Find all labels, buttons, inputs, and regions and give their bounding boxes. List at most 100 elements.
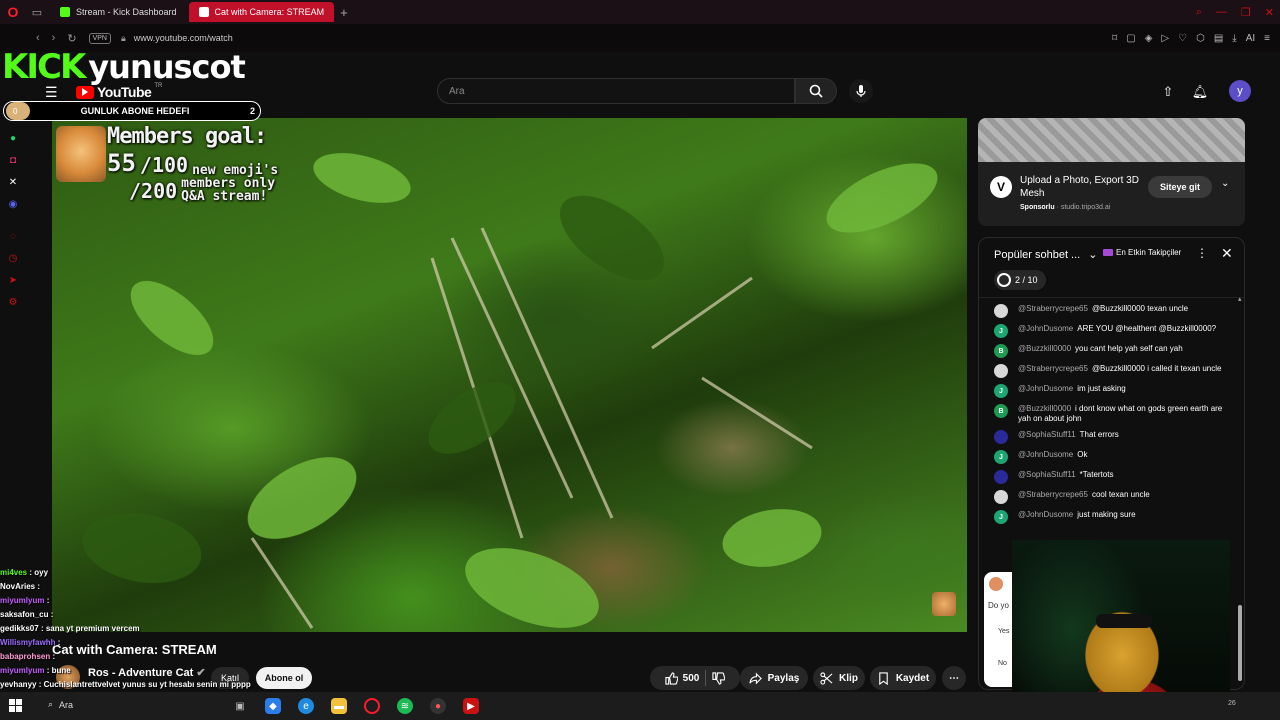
- reload-icon[interactable]: ↻: [67, 32, 76, 45]
- search-button[interactable]: [795, 78, 837, 104]
- maximize-button[interactable]: ❐: [1241, 6, 1251, 19]
- chat-author-name[interactable]: @JohnDusome: [1018, 510, 1073, 519]
- new-tab-button[interactable]: +: [334, 5, 354, 20]
- chat-message[interactable]: @Straberrycrepe65 @Buzzkill0000 texan unc…: [994, 304, 1234, 318]
- opera-taskbar-icon[interactable]: [364, 698, 380, 714]
- chat-message[interactable]: B @Buzzkill0000 you cant help yah self can…: [994, 344, 1234, 358]
- chat-message[interactable]: J @JohnDusome just making sure: [994, 510, 1234, 524]
- chat-author-name[interactable]: @Buzzkill0000: [1018, 404, 1071, 413]
- chevron-down-icon[interactable]: ⌄: [1221, 178, 1229, 189]
- task-view-icon[interactable]: ▣: [232, 698, 248, 714]
- chat-close-icon[interactable]: ✕: [1221, 245, 1233, 262]
- history-icon[interactable]: ◷: [7, 252, 19, 264]
- snapshot-icon[interactable]: ▢: [1126, 33, 1135, 44]
- chat-author-name[interactable]: @SophiaStuff11: [1018, 470, 1076, 479]
- forward-icon[interactable]: ›: [52, 32, 56, 44]
- chat-author-avatar[interactable]: [994, 304, 1008, 318]
- send-icon[interactable]: ➤: [7, 274, 19, 286]
- chat-author-avatar[interactable]: [994, 430, 1008, 444]
- chat-author-avatar[interactable]: J: [994, 450, 1008, 464]
- url-field[interactable]: www.youtube.com/watch: [134, 33, 233, 43]
- media-app-icon[interactable]: ▶: [463, 698, 479, 714]
- bookmark-icon[interactable]: ⌑: [1112, 33, 1117, 44]
- chat-author-avatar[interactable]: [994, 364, 1008, 378]
- chat-author-name[interactable]: @Straberrycrepe65: [1018, 304, 1088, 313]
- chat-message[interactable]: J @JohnDusome ARE YOU @healthent @Buzzkill…: [994, 324, 1234, 338]
- chat-mode-dropdown[interactable]: Popüler sohbet ... ⌄: [994, 248, 1097, 262]
- chat-message[interactable]: J @JohnDusome Ok: [994, 450, 1234, 464]
- vpn-badge[interactable]: VPN: [88, 32, 111, 44]
- app-icon[interactable]: ◆: [265, 698, 281, 714]
- chat-author-name[interactable]: @Buzzkill0000: [1018, 344, 1071, 353]
- more-actions-button[interactable]: ⋯: [942, 666, 966, 690]
- menu-icon[interactable]: ≡: [1264, 33, 1270, 44]
- obs-icon[interactable]: ●: [430, 698, 446, 714]
- chat-author-avatar[interactable]: B: [994, 404, 1008, 418]
- clip-button[interactable]: Klip: [813, 666, 865, 690]
- chat-message[interactable]: @Straberrycrepe65 cool texan uncle: [994, 490, 1234, 504]
- chat-message[interactable]: @SophiaStuff11 *Tatertots: [994, 470, 1234, 484]
- chat-author-avatar[interactable]: J: [994, 384, 1008, 398]
- youtube-logo[interactable]: YouTube TR: [76, 83, 162, 100]
- ai-button[interactable]: AI: [1246, 33, 1255, 44]
- like-button[interactable]: 500: [665, 671, 699, 685]
- upload-icon[interactable]: ⇧: [1160, 82, 1176, 102]
- spotify-icon[interactable]: ≋: [397, 698, 413, 714]
- play-icon[interactable]: ▷: [1161, 33, 1169, 44]
- instagram-icon[interactable]: ◘: [7, 154, 19, 166]
- file-explorer-icon[interactable]: ▬: [331, 698, 347, 714]
- opera-menu-icon[interactable]: O: [0, 0, 26, 24]
- tab-youtube-stream[interactable]: Cat with Camera: STREAM: [188, 2, 335, 22]
- save-button[interactable]: Kaydet: [870, 666, 936, 690]
- chat-author-name[interactable]: @Straberrycrepe65: [1018, 490, 1088, 499]
- extensions-icon[interactable]: ⬡: [1196, 33, 1205, 44]
- heart-icon[interactable]: ♡: [1178, 33, 1187, 44]
- taskbar-search[interactable]: ⌕ Ara: [48, 699, 73, 710]
- chat-message[interactable]: J @JohnDusome im just asking: [994, 384, 1234, 398]
- share-button[interactable]: Paylaş: [740, 666, 808, 690]
- pinboard-icon[interactable]: ◌: [7, 230, 19, 242]
- chat-author-avatar[interactable]: [994, 490, 1008, 504]
- chat-author-name[interactable]: @SophiaStuff11: [1018, 430, 1076, 439]
- back-icon[interactable]: ‹: [36, 32, 40, 44]
- settings-icon[interactable]: ⚙: [7, 296, 19, 308]
- voice-search-button[interactable]: [849, 79, 873, 103]
- whatsapp-icon[interactable]: ●: [7, 132, 19, 144]
- shield-icon[interactable]: ◈: [1145, 33, 1153, 44]
- chat-message[interactable]: B @Buzzkill0000 i dont know what on gods g…: [994, 404, 1234, 424]
- wallet-icon[interactable]: ▤: [1214, 33, 1223, 44]
- visit-site-button[interactable]: Siteye git: [1148, 176, 1212, 198]
- chat-author-name[interactable]: @JohnDusome: [1018, 450, 1073, 459]
- chat-poll-popup[interactable]: Do yo Yes No: [984, 572, 1012, 687]
- start-menu-icon[interactable]: [9, 699, 22, 712]
- tab-workspaces-icon[interactable]: ▭: [26, 0, 48, 24]
- download-icon[interactable]: ⤓: [1232, 33, 1236, 44]
- minimize-button[interactable]: —: [1216, 6, 1227, 18]
- tab-kick-dashboard[interactable]: Stream - Kick Dashboard: [50, 2, 187, 22]
- sponsored-ad-card[interactable]: V Upload a Photo, Export 3D Mesh Sponsor…: [978, 118, 1245, 226]
- top-fans-badge[interactable]: En Etkin Takipçiler: [1103, 248, 1181, 257]
- notifications-bell-icon[interactable]: 🔔︎: [1192, 82, 1209, 102]
- chat-author-avatar[interactable]: [994, 470, 1008, 484]
- edge-browser-icon[interactable]: e: [298, 698, 314, 714]
- ad-title[interactable]: Upload a Photo, Export 3D Mesh: [1020, 174, 1140, 200]
- search-input[interactable]: Ara: [437, 78, 795, 104]
- x-twitter-icon[interactable]: ✕: [7, 176, 19, 188]
- thumbs-down-icon[interactable]: [712, 671, 726, 685]
- search-tabs-icon[interactable]: ⌕: [1196, 6, 1202, 19]
- chat-author-avatar[interactable]: B: [994, 344, 1008, 358]
- chat-author-avatar[interactable]: J: [994, 324, 1008, 338]
- chat-scrollbar[interactable]: ▴: [1238, 296, 1242, 687]
- account-avatar[interactable]: y: [1229, 80, 1251, 102]
- chat-message[interactable]: @SophiaStuff11 That errors: [994, 430, 1234, 444]
- scroll-up-icon[interactable]: ▴: [1238, 296, 1242, 305]
- poll-option-no[interactable]: No: [998, 660, 1007, 667]
- chat-poll-pill[interactable]: 2 / 10: [994, 270, 1046, 290]
- lock-icon[interactable]: 🔒︎: [121, 33, 126, 44]
- close-window-button[interactable]: ✕: [1265, 6, 1274, 19]
- chat-message[interactable]: @Straberrycrepe65 @Buzzkill0000 i called …: [994, 364, 1234, 378]
- scrollbar-thumb[interactable]: [1238, 605, 1242, 681]
- chat-author-name[interactable]: @Straberrycrepe65: [1018, 364, 1088, 373]
- poll-option-yes[interactable]: Yes: [998, 628, 1009, 635]
- chat-author-name[interactable]: @JohnDusome: [1018, 324, 1073, 333]
